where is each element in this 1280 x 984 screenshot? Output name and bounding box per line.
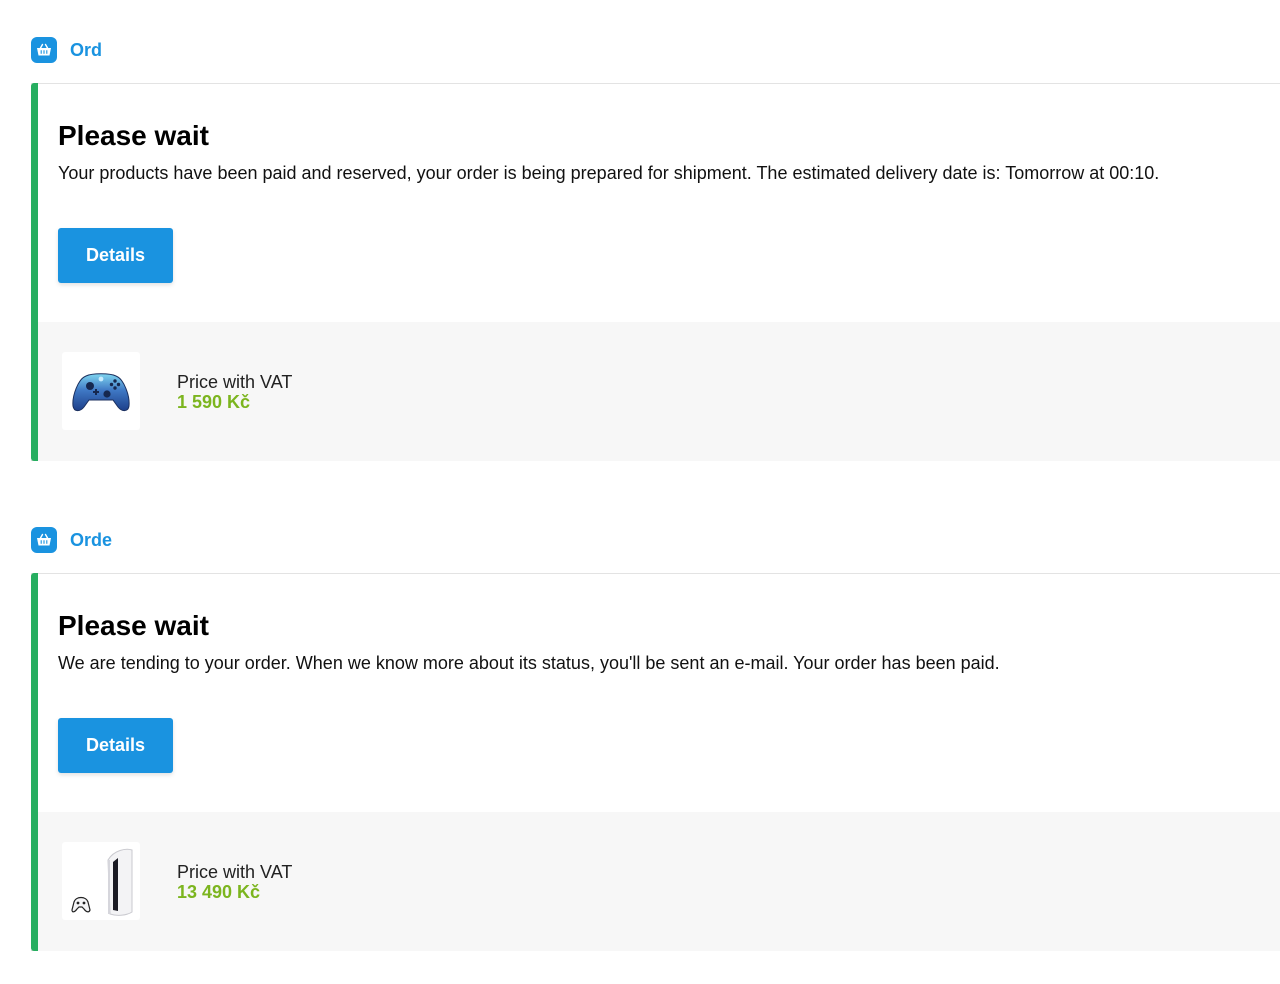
- order-header[interactable]: Orde: [31, 527, 112, 553]
- price-label: Price with VAT: [177, 372, 293, 392]
- details-button[interactable]: Details: [58, 228, 173, 283]
- game-console-icon: [71, 848, 133, 916]
- status-title: Please wait: [58, 120, 209, 151]
- price-value: 13 490 Kč: [177, 882, 261, 902]
- product-row: Price with VAT 13 490 Kč: [38, 812, 1280, 951]
- status-accent-bar: [31, 573, 38, 951]
- price-value: 1 590 Kč: [177, 392, 251, 412]
- order-header[interactable]: Ord: [31, 37, 102, 63]
- details-button[interactable]: Details: [58, 718, 173, 773]
- status-accent-bar: [31, 83, 38, 461]
- price-label: Price with VAT: [177, 862, 293, 882]
- status-title: Please wait: [58, 610, 209, 641]
- status-message: Your products have been paid and reserve…: [58, 163, 1160, 183]
- order-status-card: Please wait Your products have been paid…: [31, 83, 1280, 461]
- order-number-link[interactable]: Ord: [70, 40, 102, 61]
- game-controller-icon: [72, 373, 130, 412]
- basket-icon: [31, 527, 57, 553]
- order-number-link[interactable]: Orde: [70, 530, 112, 551]
- order-status-card: Please wait We are tending to your order…: [31, 573, 1280, 951]
- product-image[interactable]: [62, 352, 140, 430]
- product-image[interactable]: [62, 842, 140, 920]
- product-row: Price with VAT 1 590 Kč: [38, 322, 1280, 461]
- basket-icon: [31, 37, 57, 63]
- status-message: We are tending to your order. When we kn…: [58, 653, 1000, 673]
